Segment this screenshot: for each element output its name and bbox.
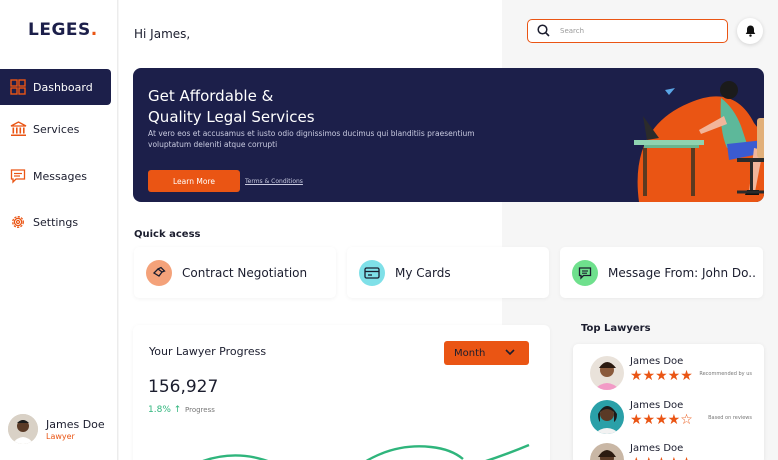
logo[interactable]: LEGES. [28, 20, 98, 40]
quick-access-title: Quick acess [134, 229, 201, 240]
lawyer-note: Based on reviews [708, 415, 752, 421]
sidebar: LEGES. Dashboard Services Messages Setti… [0, 0, 118, 460]
progress-title: Your Lawyer Progress [149, 345, 267, 358]
sidebar-item-settings[interactable]: Settings [0, 204, 111, 240]
learn-more-button[interactable]: Learn More [148, 170, 240, 192]
quick-access-contract-negotiation[interactable]: Contract Negotiation [134, 247, 336, 298]
lawyer-progress-card: Your Lawyer Progress Month 156,927 1.8% … [133, 325, 550, 460]
sidebar-item-label: Services [33, 122, 80, 136]
quick-access-label: My Cards [395, 265, 451, 280]
avatar [590, 356, 624, 390]
lawyer-name: James Doe [630, 443, 684, 454]
hero-banner: Get Affordable & Quality Legal Services … [133, 68, 764, 202]
message-icon [9, 167, 27, 185]
rating-stars: ★★★★☆ [630, 412, 693, 428]
period-value: Month [454, 347, 486, 359]
user-name: James Doe [46, 417, 105, 431]
sidebar-item-label: Messages [33, 169, 87, 183]
lawyer-note: Recommended by us [699, 371, 752, 377]
progress-change-label: Progress [185, 406, 215, 414]
rating-stars: ★★★★★ [630, 368, 693, 384]
rating-stars: ★★★★★ [630, 455, 693, 460]
hero-description: At vero eos et accusamus et iusto odio d… [148, 129, 475, 149]
chevron-down-icon [505, 348, 515, 359]
lawyer-item[interactable]: James Doe ★★★★★ Recommended by us [590, 356, 762, 396]
sidebar-item-services[interactable]: Services [0, 111, 111, 147]
avatar [8, 414, 38, 444]
quick-access-label: Contract Negotiation [182, 265, 308, 280]
dashboard-icon [9, 78, 27, 96]
lawyer-item[interactable]: James Doe ★★★★☆ Based on reviews [590, 400, 762, 440]
gear-icon [9, 213, 27, 231]
hero-title: Get Affordable & Quality Legal Services [148, 87, 315, 126]
bank-icon [9, 120, 27, 138]
progress-chart [202, 443, 530, 460]
top-lawyers-title: Top Lawyers [581, 323, 651, 334]
progress-value: 156,927 [148, 377, 219, 397]
sidebar-item-messages[interactable]: Messages [0, 158, 111, 194]
notification-button[interactable] [737, 18, 763, 44]
sidebar-item-dashboard[interactable]: Dashboard [0, 69, 111, 105]
period-select[interactable]: Month [444, 341, 529, 365]
search-input[interactable]: Search [527, 19, 728, 43]
search-icon [537, 22, 550, 41]
quick-access-message[interactable]: Message From: John Do.. [560, 247, 763, 298]
top-lawyers-list: James Doe ★★★★★ Recommended by us James … [573, 344, 764, 460]
hero-illustration [634, 81, 764, 202]
lawyer-item[interactable]: James Doe ★★★★★ [590, 443, 762, 460]
terms-link[interactable]: Terms & Conditions [245, 178, 303, 185]
greeting: Hi James, [134, 27, 191, 41]
user-role: Lawyer [46, 431, 75, 441]
user-profile[interactable]: James Doe Lawyer [8, 414, 105, 444]
lawyer-name: James Doe [630, 400, 684, 411]
quick-access-my-cards[interactable]: My Cards [347, 247, 549, 298]
sidebar-item-label: Dashboard [33, 80, 93, 94]
sidebar-item-label: Settings [33, 215, 79, 229]
lawyer-name: James Doe [630, 356, 684, 367]
bell-icon [745, 22, 756, 41]
chat-icon [572, 259, 598, 286]
progress-change: 1.8% ↑ [148, 405, 182, 415]
avatar [590, 400, 624, 434]
card-icon [359, 259, 385, 286]
search-placeholder: Search [560, 27, 585, 35]
quick-access-label: Message From: John Do.. [608, 265, 756, 280]
handshake-icon [146, 259, 172, 286]
avatar [590, 443, 624, 460]
